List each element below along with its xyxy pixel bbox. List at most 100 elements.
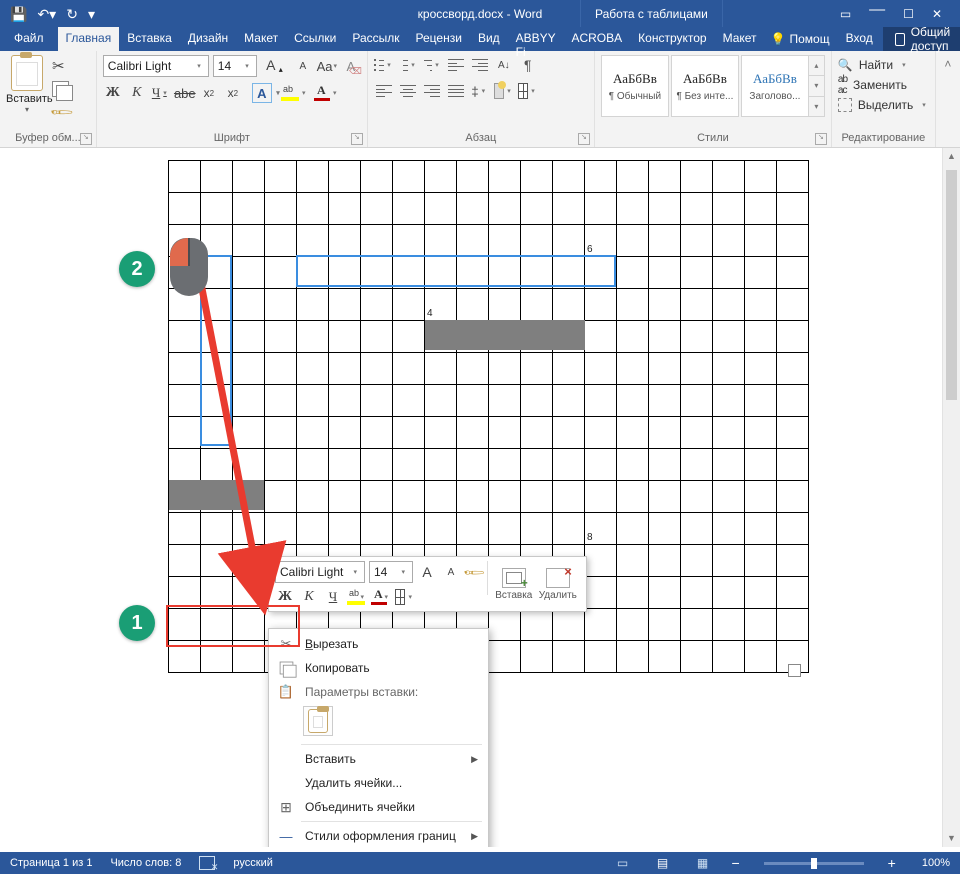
underline-button[interactable]: Ч▾ [151,83,171,103]
table-cell[interactable] [233,353,265,385]
table-cell[interactable] [553,225,585,257]
font-size-combo[interactable]: 14▾ [213,55,257,77]
table-cell[interactable] [745,481,777,513]
table-cell[interactable] [585,641,617,673]
table-cell[interactable] [233,161,265,193]
mini-borders[interactable]: ▾ [395,587,415,607]
table-cell[interactable] [617,321,649,353]
style-gallery-scroll[interactable]: ▴▾▾ [809,55,825,117]
table-cell[interactable] [425,257,457,289]
table-cell[interactable] [489,353,521,385]
table-cell[interactable] [553,481,585,513]
table-cell[interactable] [649,641,681,673]
table-cell[interactable] [745,289,777,321]
table-cell[interactable] [425,385,457,417]
status-language[interactable]: русский [233,857,272,869]
table-cell[interactable]: 8 [585,513,617,545]
font-color-button[interactable]: ▾ [313,83,341,103]
table-cell[interactable] [745,385,777,417]
table-cell[interactable] [233,321,265,353]
table-cell[interactable] [777,385,809,417]
table-cell[interactable] [649,577,681,609]
table-cell[interactable] [553,353,585,385]
tab-constructor[interactable]: Конструктор [630,27,714,51]
table-cell[interactable] [361,289,393,321]
table-cell[interactable] [297,417,329,449]
table-cell[interactable] [233,289,265,321]
table-cell[interactable] [649,193,681,225]
table-cell[interactable] [233,609,265,641]
format-painter-button[interactable]: 🖌 [48,99,74,125]
table-cell[interactable] [457,161,489,193]
table-cell[interactable] [393,385,425,417]
table-cell[interactable] [777,417,809,449]
table-cell[interactable] [617,257,649,289]
table-cell[interactable] [297,161,329,193]
table-cell[interactable] [713,641,745,673]
table-cell[interactable] [457,385,489,417]
table-cell[interactable] [745,257,777,289]
zoom-in-button[interactable]: + [888,855,896,871]
close-icon[interactable]: ✕ [932,7,942,21]
table-cell[interactable] [489,513,521,545]
numbering-button[interactable]: ▾ [398,55,418,75]
mini-shrink-font[interactable]: A [441,562,461,582]
view-print-layout[interactable]: ▤ [651,855,673,871]
table-cell[interactable] [777,353,809,385]
table-cell[interactable] [681,385,713,417]
table-cell[interactable] [713,449,745,481]
table-cell[interactable] [169,577,201,609]
table-cell[interactable] [169,385,201,417]
view-web-layout[interactable]: ▦ [691,855,713,871]
table-cell[interactable] [681,609,713,641]
table-cell[interactable] [393,289,425,321]
borders-button[interactable]: ▾ [518,81,538,101]
share-button[interactable]: Общий доступ [883,27,960,51]
table-cell[interactable] [329,353,361,385]
find-button[interactable]: 🔍Найти▾ [838,55,929,75]
clear-formatting-button[interactable]: A⌫ [341,56,361,76]
table-cell[interactable] [233,577,265,609]
subscript-button[interactable]: x2 [199,83,219,103]
table-cell[interactable] [713,577,745,609]
table-cell[interactable] [201,321,233,353]
table-cell[interactable] [617,449,649,481]
menu-border-styles[interactable]: —Стили оформления границ▶ [271,824,486,847]
table-cell[interactable] [297,321,329,353]
table-cell[interactable] [681,161,713,193]
menu-cut[interactable]: ✂Вырезать [271,632,486,656]
style-nospacing[interactable]: АаБбВв¶ Без инте... [671,55,739,117]
table-cell[interactable] [297,257,329,289]
mini-bold[interactable]: Ж [275,587,295,607]
table-cell[interactable] [585,449,617,481]
mini-size-combo[interactable]: 14▾ [369,561,413,583]
table-cell[interactable] [713,257,745,289]
table-cell[interactable] [201,449,233,481]
table-cell[interactable] [585,289,617,321]
table-cell[interactable] [713,417,745,449]
table-cell[interactable] [233,449,265,481]
proofing-icon[interactable] [199,856,215,870]
mini-delete-button[interactable]: Удалить [536,568,580,601]
tab-file[interactable]: Файл [0,27,58,51]
table-cell[interactable] [553,161,585,193]
shading-button[interactable]: ▾ [494,81,514,101]
mini-font-combo[interactable]: Calibri Light▾ [275,561,365,583]
table-cell[interactable] [585,193,617,225]
table-cell[interactable] [649,449,681,481]
table-cell[interactable] [649,481,681,513]
table-cell[interactable] [329,289,361,321]
table-cell[interactable] [745,417,777,449]
table-cell[interactable] [585,577,617,609]
table-cell[interactable] [425,161,457,193]
table-cell[interactable] [745,353,777,385]
table-resize-handle[interactable] [788,664,801,677]
table-cell[interactable] [297,225,329,257]
align-center-button[interactable] [398,81,418,101]
paste-option-button[interactable] [303,706,333,736]
table-cell[interactable] [265,321,297,353]
table-cell[interactable] [777,481,809,513]
table-cell[interactable] [617,513,649,545]
table-cell[interactable] [649,385,681,417]
table-cell[interactable] [521,257,553,289]
